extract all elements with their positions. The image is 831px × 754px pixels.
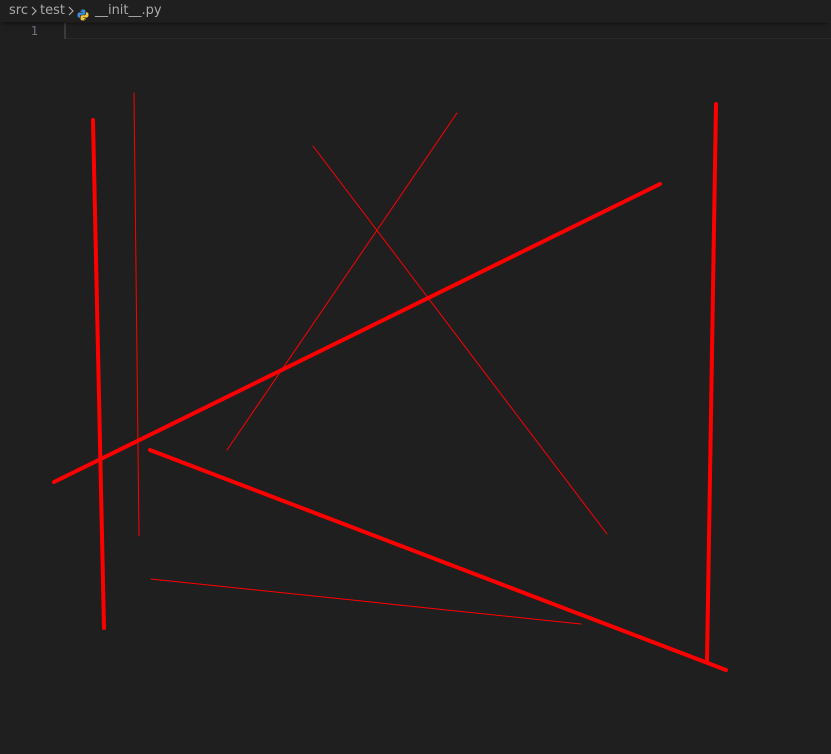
python-icon	[77, 6, 89, 21]
editor-window: src test __init__.py 1	[0, 0, 831, 754]
annotation-thin-cross-a	[312, 145, 608, 535]
red-annotation-drawing	[52, 92, 728, 672]
breadcrumb-item-file[interactable]: __init__.py	[95, 0, 162, 22]
annotation-thin-cross-b	[226, 112, 458, 451]
annotation-stroke-diagonal-down	[148, 448, 728, 672]
chevron-right-icon	[65, 0, 77, 22]
breadcrumb-item-test[interactable]: test	[40, 0, 65, 22]
breadcrumb-item-src[interactable]: src	[9, 0, 28, 22]
annotation-thin-vertical	[133, 92, 140, 537]
annotation-stroke-right-vertical	[705, 102, 718, 664]
chevron-right-icon	[28, 0, 40, 22]
annotation-stroke-left-vertical	[91, 118, 106, 630]
annotation-thin-bottom	[150, 578, 582, 625]
annotation-stroke-diagonal-up	[52, 182, 662, 484]
breadcrumb: src test __init__.py	[0, 0, 831, 22]
